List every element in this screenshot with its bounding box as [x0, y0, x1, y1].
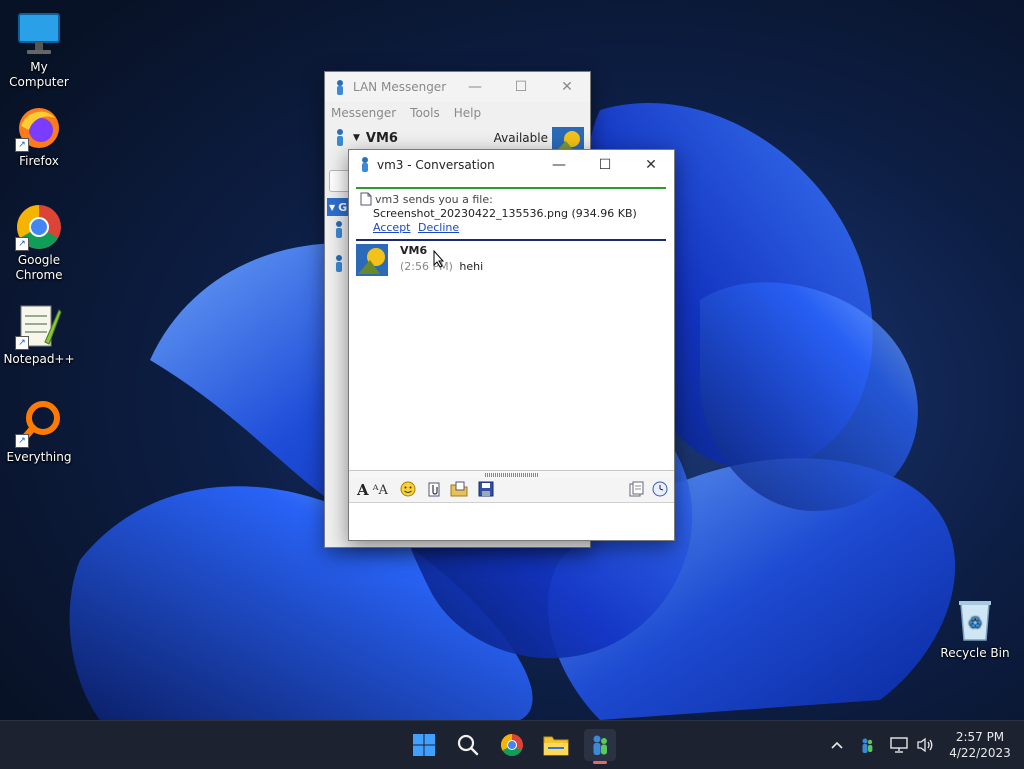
desktop-icon-recycle-bin[interactable]: ♻ Recycle Bin	[936, 596, 1014, 661]
accept-file-link[interactable]: Accept	[373, 221, 411, 234]
message-history-area[interactable]: vm3 sends you a file: Screenshot_2023042…	[349, 180, 674, 470]
menu-messenger[interactable]: Messenger	[331, 106, 396, 120]
attach-file-icon[interactable]	[426, 481, 442, 500]
folder-icon	[543, 736, 569, 756]
maximize-button[interactable]: ☐	[498, 72, 544, 102]
desktop-icon-label: My Computer	[9, 60, 69, 89]
conversation-window[interactable]: vm3 - Conversation — ☐ ✕ vm3 sends you a…	[348, 149, 675, 541]
lan-messenger-icon	[593, 735, 607, 755]
lan-messenger-tray-icon	[862, 738, 873, 753]
message-input[interactable]	[349, 503, 674, 540]
taskbar: 2:57 PM 4/22/2023	[0, 720, 1024, 769]
desktop-icon-label: Everything	[6, 450, 72, 464]
mouse-cursor-icon	[433, 249, 445, 271]
user-person-icon	[333, 128, 347, 149]
maximize-button[interactable]: ☐	[582, 150, 628, 180]
svg-text:♻: ♻	[968, 613, 982, 632]
smiley-icon[interactable]	[400, 481, 416, 500]
shortcut-arrow-icon: ↗	[15, 138, 29, 152]
chrome-icon	[501, 734, 523, 756]
taskbar-lan-messenger-button[interactable]	[584, 729, 616, 764]
window-title: vm3 - Conversation	[377, 158, 495, 172]
user-status[interactable]: Available	[494, 131, 548, 145]
monitor-icon	[15, 10, 63, 58]
chevron-up-icon	[831, 741, 843, 749]
taskbar-time: 2:57 PM	[955, 730, 1005, 744]
message-text: hehi	[459, 260, 484, 273]
font-icon[interactable]: A	[357, 481, 369, 499]
save-icon[interactable]	[478, 481, 494, 500]
desktop-icon-label: Notepad++	[3, 352, 75, 366]
lan-messenger-titlebar[interactable]: LAN Messenger — ☐ ✕	[325, 72, 590, 102]
desktop-icon-google-chrome[interactable]: ↗ Google Chrome	[0, 203, 78, 283]
start-button[interactable]	[408, 729, 440, 761]
tray-lan-messenger-icon[interactable]	[856, 721, 878, 769]
user-info-bar: ▼ VM6 Available	[325, 124, 590, 153]
shortcut-arrow-icon: ↗	[15, 434, 29, 448]
menu-help[interactable]: Help	[454, 106, 481, 120]
sender-avatar	[356, 244, 388, 276]
firefox-icon: ↗	[15, 104, 63, 152]
desktop-icon-everything[interactable]: ↗ Everything	[0, 400, 78, 465]
magnifier-everything-icon: ↗	[15, 400, 63, 448]
shortcut-arrow-icon: ↗	[15, 336, 29, 350]
desktop-icon-firefox[interactable]: ↗ Firefox	[0, 104, 78, 169]
conversation-app-icon	[359, 156, 371, 175]
user-menu-chevron-icon[interactable]: ▼	[353, 133, 360, 143]
recycle-bin-icon: ♻	[951, 596, 999, 644]
send-folder-icon[interactable]	[450, 481, 468, 500]
main-menubar: Messenger Tools Help	[325, 102, 590, 124]
desktop-icon-my-computer[interactable]: My Computer	[0, 10, 78, 90]
file-transfer-notice: vm3 sends you a file: Screenshot_2023042…	[356, 187, 666, 241]
windows-logo-icon	[413, 734, 435, 756]
desktop-icon-notepad-plus-plus[interactable]: ↗ Notepad++	[0, 302, 78, 367]
group-initial: G	[338, 200, 348, 214]
taskbar-date: 4/22/2023	[949, 746, 1011, 760]
taskbar-chrome-button[interactable]	[496, 729, 528, 761]
taskbar-file-explorer-button[interactable]	[540, 729, 572, 761]
taskbar-clock[interactable]: 2:57 PM 4/22/2023	[940, 721, 1020, 769]
lan-messenger-app-icon	[333, 79, 347, 95]
file-document-icon	[360, 192, 372, 206]
chrome-icon: ↗	[15, 203, 63, 251]
notepad-plus-plus-icon: ↗	[15, 302, 63, 350]
tray-network-icon[interactable]	[888, 721, 910, 769]
file-notice-text: vm3 sends you a file:	[375, 192, 493, 206]
close-button[interactable]: ✕	[628, 150, 674, 180]
conversation-titlebar[interactable]: vm3 - Conversation — ☐ ✕	[349, 150, 674, 180]
contact-person-icon[interactable]	[333, 220, 345, 241]
desktop-icon-label: Google Chrome	[15, 253, 63, 282]
speaker-icon	[917, 737, 933, 753]
desktop-icon-label: Firefox	[19, 154, 59, 168]
font-style-icon[interactable]: ᴬA	[373, 483, 388, 498]
tray-volume-icon[interactable]	[914, 721, 936, 769]
minimize-button[interactable]: —	[536, 150, 582, 180]
close-button[interactable]: ✕	[544, 72, 590, 102]
conversation-toolbar: A ᴬA	[349, 478, 674, 503]
clock-icon[interactable]	[652, 481, 668, 500]
user-name: VM6	[365, 130, 398, 146]
tray-overflow-chevron[interactable]	[826, 721, 848, 769]
shortcut-arrow-icon: ↗	[15, 237, 29, 251]
active-app-indicator	[593, 761, 607, 764]
window-title: LAN Messenger	[353, 80, 447, 94]
search-button[interactable]	[452, 729, 484, 761]
decline-file-link[interactable]: Decline	[418, 221, 459, 234]
history-icon[interactable]	[628, 481, 644, 500]
desktop-icon-label: Recycle Bin	[940, 646, 1010, 660]
minimize-button[interactable]: —	[452, 72, 498, 102]
contact-person-icon[interactable]	[333, 254, 345, 275]
menu-tools[interactable]: Tools	[410, 106, 440, 120]
sender-name: VM6	[400, 244, 428, 257]
message-entry: VM6 (2:56 PM) hehi	[356, 244, 666, 284]
file-name: Screenshot_20230422_135536.png (934.96 K…	[373, 207, 637, 220]
network-icon	[890, 737, 908, 753]
search-icon	[457, 734, 479, 756]
